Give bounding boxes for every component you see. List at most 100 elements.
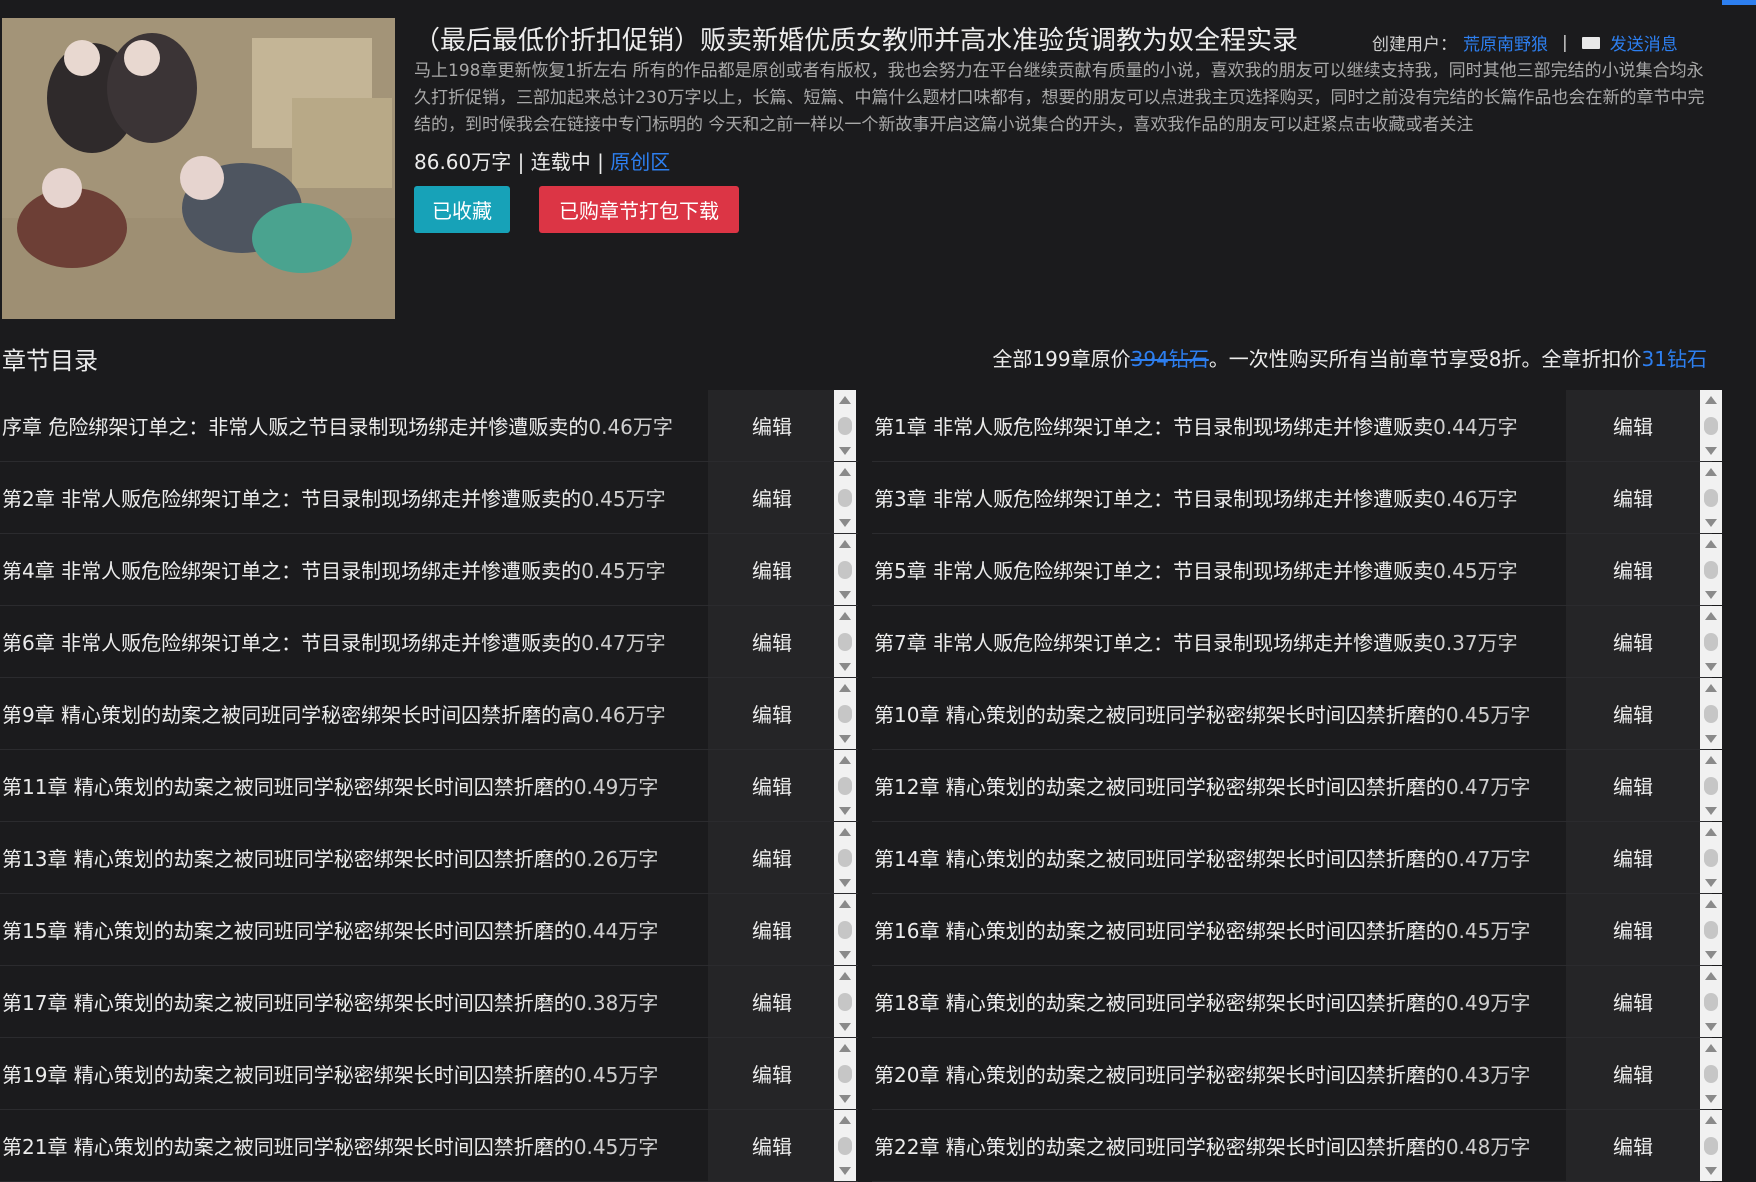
edit-button[interactable]: 编辑 xyxy=(708,678,836,749)
cell-scrollbar[interactable] xyxy=(1700,534,1722,605)
scroll-down-icon[interactable] xyxy=(839,1023,851,1031)
creator-name-link[interactable]: 荒原南野狼 xyxy=(1463,30,1548,55)
mail-icon[interactable] xyxy=(1581,36,1600,49)
scroll-thumb[interactable] xyxy=(838,705,852,723)
chapter-link[interactable]: 第5章 非常人贩危险绑架订单之：节目录制现场绑走并惨遭贩卖 0.45万字 xyxy=(874,534,1574,605)
scroll-thumb[interactable] xyxy=(1704,417,1718,435)
scroll-up-icon[interactable] xyxy=(1705,396,1717,404)
scroll-down-icon[interactable] xyxy=(1705,1167,1717,1175)
cell-scrollbar[interactable] xyxy=(1700,750,1722,821)
edit-button[interactable]: 编辑 xyxy=(708,1038,836,1109)
scroll-thumb[interactable] xyxy=(1704,633,1718,651)
chapter-link[interactable]: 第4章 非常人贩危险绑架订单之：节目录制现场绑走并惨遭贩卖的 0.45万字 xyxy=(2,534,702,605)
book-cover-image[interactable] xyxy=(2,18,395,319)
edit-button[interactable]: 编辑 xyxy=(1566,678,1700,749)
cell-scrollbar[interactable] xyxy=(1700,894,1722,965)
scroll-thumb[interactable] xyxy=(1704,561,1718,579)
chapter-link[interactable]: 第15章 精心策划的劫案之被同班同学秘密绑架长时间囚禁折磨的 0.44万字 xyxy=(2,894,702,965)
cell-scrollbar[interactable] xyxy=(1700,462,1722,533)
chapter-link[interactable]: 第20章 精心策划的劫案之被同班同学秘密绑架长时间囚禁折磨的 0.43万字 xyxy=(874,1038,1574,1109)
scroll-up-icon[interactable] xyxy=(1705,612,1717,620)
cell-scrollbar[interactable] xyxy=(834,894,856,965)
edit-button[interactable]: 编辑 xyxy=(1566,390,1700,461)
scroll-thumb[interactable] xyxy=(1704,777,1718,795)
chapter-link[interactable]: 第18章 精心策划的劫案之被同班同学秘密绑架长时间囚禁折磨的 0.49万字 xyxy=(874,966,1574,1037)
scroll-thumb[interactable] xyxy=(838,777,852,795)
chapter-link[interactable]: 第1章 非常人贩危险绑架订单之：节目录制现场绑走并惨遭贩卖 0.44万字 xyxy=(874,390,1574,461)
scroll-down-icon[interactable] xyxy=(1705,879,1717,887)
cell-scrollbar[interactable] xyxy=(1700,1110,1722,1181)
edit-button[interactable]: 编辑 xyxy=(1566,822,1700,893)
scroll-down-icon[interactable] xyxy=(1705,591,1717,599)
chapter-link[interactable]: 第6章 非常人贩危险绑架订单之：节目录制现场绑走并惨遭贩卖的 0.47万字 xyxy=(2,606,702,677)
scroll-down-icon[interactable] xyxy=(1705,1023,1717,1031)
favorited-button[interactable]: 已收藏 xyxy=(414,186,510,233)
scroll-thumb[interactable] xyxy=(838,993,852,1011)
chapter-link[interactable]: 序章 危险绑架订单之：非常人贩之节目录制现场绑走并惨遭贩卖的 0.46万字 xyxy=(2,390,702,461)
scroll-thumb[interactable] xyxy=(838,633,852,651)
cell-scrollbar[interactable] xyxy=(1700,822,1722,893)
edit-button[interactable]: 编辑 xyxy=(1566,894,1700,965)
scroll-up-icon[interactable] xyxy=(1705,756,1717,764)
scroll-thumb[interactable] xyxy=(838,1065,852,1083)
scroll-up-icon[interactable] xyxy=(1705,972,1717,980)
chapter-link[interactable]: 第22章 精心策划的劫案之被同班同学秘密绑架长时间囚禁折磨的 0.48万字 xyxy=(874,1110,1574,1181)
edit-button[interactable]: 编辑 xyxy=(1566,966,1700,1037)
cell-scrollbar[interactable] xyxy=(834,606,856,677)
scroll-down-icon[interactable] xyxy=(839,879,851,887)
cell-scrollbar[interactable] xyxy=(834,1038,856,1109)
chapter-link[interactable]: 第16章 精心策划的劫案之被同班同学秘密绑架长时间囚禁折磨的 0.45万字 xyxy=(874,894,1574,965)
chapter-link[interactable]: 第19章 精心策划的劫案之被同班同学秘密绑架长时间囚禁折磨的 0.45万字 xyxy=(2,1038,702,1109)
scroll-down-icon[interactable] xyxy=(839,1095,851,1103)
scroll-down-icon[interactable] xyxy=(1705,807,1717,815)
edit-button[interactable]: 编辑 xyxy=(1566,462,1700,533)
scroll-up-icon[interactable] xyxy=(1705,828,1717,836)
scroll-up-icon[interactable] xyxy=(839,684,851,692)
scroll-up-icon[interactable] xyxy=(839,1044,851,1052)
cell-scrollbar[interactable] xyxy=(834,534,856,605)
scroll-thumb[interactable] xyxy=(838,417,852,435)
scroll-down-icon[interactable] xyxy=(839,1167,851,1175)
scroll-down-icon[interactable] xyxy=(1705,447,1717,455)
scroll-up-icon[interactable] xyxy=(839,396,851,404)
chapter-link[interactable]: 第7章 非常人贩危险绑架订单之：节目录制现场绑走并惨遭贩卖 0.37万字 xyxy=(874,606,1574,677)
scroll-up-icon[interactable] xyxy=(839,900,851,908)
discount-price-link[interactable]: 31钻石 xyxy=(1642,347,1707,371)
scroll-thumb[interactable] xyxy=(1704,1065,1718,1083)
chapter-link[interactable]: 第2章 非常人贩危险绑架订单之：节目录制现场绑走并惨遭贩卖的 0.45万字 xyxy=(2,462,702,533)
scroll-down-icon[interactable] xyxy=(1705,663,1717,671)
scroll-thumb[interactable] xyxy=(1704,849,1718,867)
cell-scrollbar[interactable] xyxy=(1700,606,1722,677)
cell-scrollbar[interactable] xyxy=(834,966,856,1037)
scroll-thumb[interactable] xyxy=(1704,993,1718,1011)
cell-scrollbar[interactable] xyxy=(834,678,856,749)
scroll-up-icon[interactable] xyxy=(839,756,851,764)
scroll-down-icon[interactable] xyxy=(839,807,851,815)
cell-scrollbar[interactable] xyxy=(1700,390,1722,461)
scroll-thumb[interactable] xyxy=(838,489,852,507)
scroll-down-icon[interactable] xyxy=(1705,519,1717,527)
scroll-down-icon[interactable] xyxy=(839,663,851,671)
scroll-down-icon[interactable] xyxy=(1705,1095,1717,1103)
edit-button[interactable]: 编辑 xyxy=(708,894,836,965)
cell-scrollbar[interactable] xyxy=(834,822,856,893)
scroll-down-icon[interactable] xyxy=(839,591,851,599)
cell-scrollbar[interactable] xyxy=(834,462,856,533)
scroll-down-icon[interactable] xyxy=(839,519,851,527)
chapter-link[interactable]: 第13章 精心策划的劫案之被同班同学秘密绑架长时间囚禁折磨的 0.26万字 xyxy=(2,822,702,893)
scroll-up-icon[interactable] xyxy=(839,828,851,836)
scroll-thumb[interactable] xyxy=(838,849,852,867)
edit-button[interactable]: 编辑 xyxy=(708,606,836,677)
download-purchased-button[interactable]: 已购章节打包下载 xyxy=(539,186,739,233)
scroll-thumb[interactable] xyxy=(838,921,852,939)
cell-scrollbar[interactable] xyxy=(834,390,856,461)
scroll-thumb[interactable] xyxy=(1704,489,1718,507)
scroll-thumb[interactable] xyxy=(1704,1137,1718,1155)
scroll-up-icon[interactable] xyxy=(839,540,851,548)
scroll-up-icon[interactable] xyxy=(1705,468,1717,476)
scroll-up-icon[interactable] xyxy=(1705,1116,1717,1124)
scroll-down-icon[interactable] xyxy=(1705,735,1717,743)
send-message-link[interactable]: 发送消息 xyxy=(1610,30,1678,55)
scroll-up-icon[interactable] xyxy=(1705,684,1717,692)
scroll-up-icon[interactable] xyxy=(1705,540,1717,548)
